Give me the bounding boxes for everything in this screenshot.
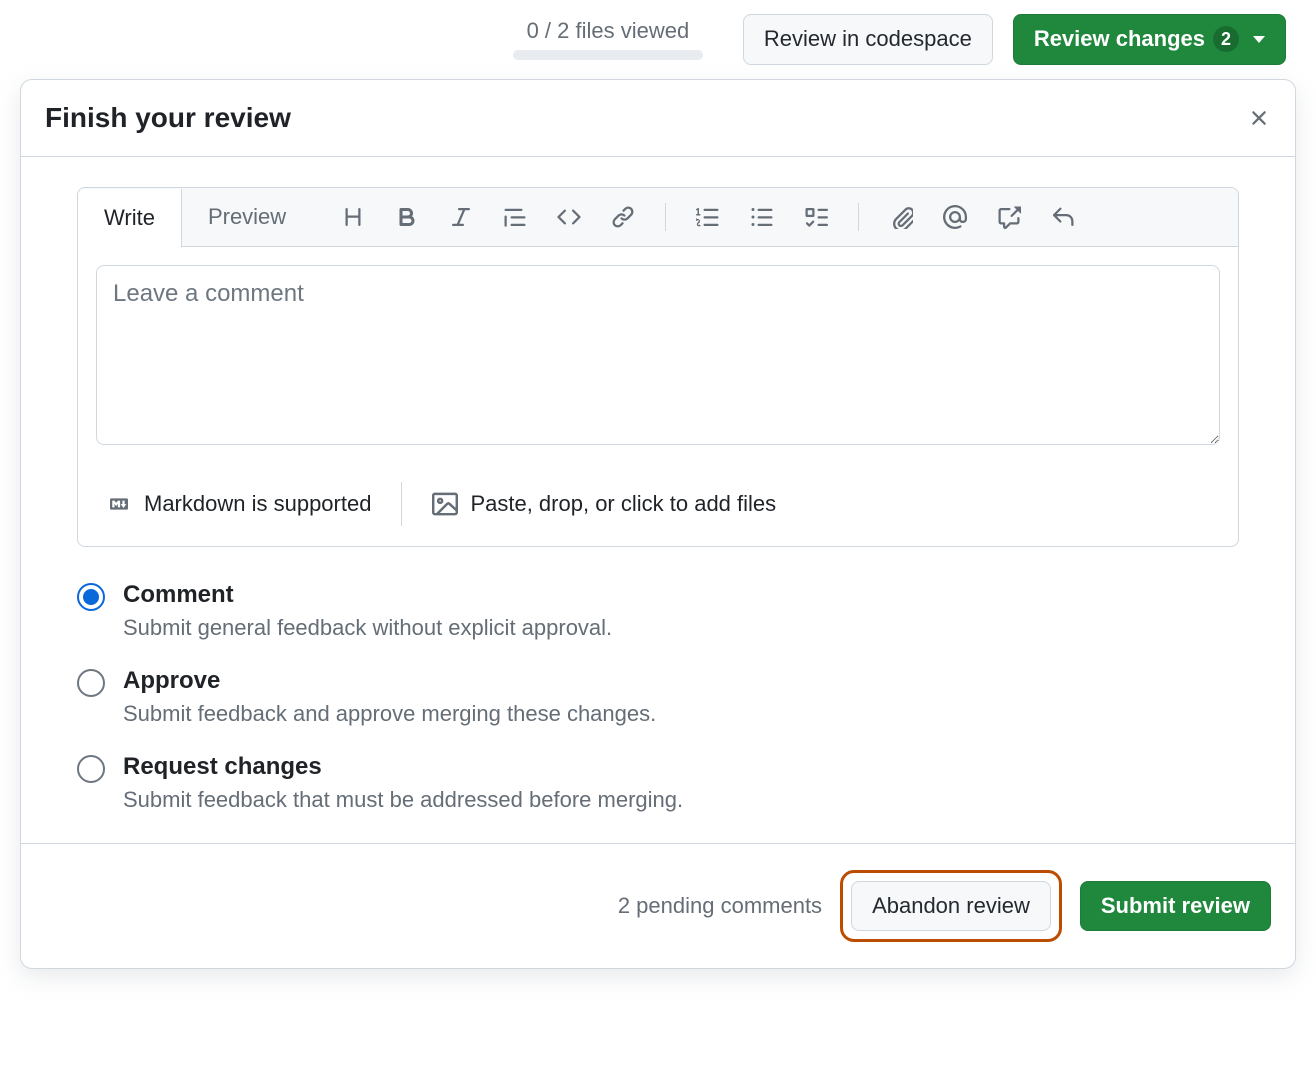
radio-label-approve: Approve [123, 667, 656, 695]
markdown-icon [106, 495, 132, 513]
link-button[interactable] [611, 205, 635, 229]
radio-dot-comment [77, 583, 105, 611]
quote-icon [503, 205, 527, 229]
review-changes-button[interactable]: Review changes 2 [1013, 14, 1286, 65]
markdown-hint-label: Markdown is supported [144, 491, 371, 517]
list-ordered-icon [696, 205, 720, 229]
reply-icon [1051, 205, 1075, 229]
bold-button[interactable] [395, 205, 419, 229]
radio-label-request: Request changes [123, 753, 683, 781]
radio-option-approve[interactable]: Approve Submit feedback and approve merg… [77, 667, 1239, 727]
markdown-supported-link[interactable]: Markdown is supported [106, 491, 371, 517]
image-icon [432, 491, 458, 517]
comment-editor: Write Preview [77, 187, 1239, 547]
chevron-down-icon [1253, 36, 1265, 43]
tasklist-icon [804, 205, 828, 229]
review-comment-input[interactable] [96, 265, 1220, 445]
code-icon [557, 205, 581, 229]
code-button[interactable] [557, 205, 581, 229]
tab-preview[interactable]: Preview [182, 188, 313, 246]
radio-dot-request [77, 755, 105, 783]
finish-review-panel: Finish your review Write Preview [20, 79, 1296, 970]
italic-button[interactable] [449, 205, 473, 229]
review-in-codespace-button[interactable]: Review in codespace [743, 14, 993, 65]
paperclip-icon [889, 205, 913, 229]
radio-option-comment[interactable]: Comment Submit general feedback without … [77, 581, 1239, 641]
files-viewed-progress: 0 / 2 files viewed [513, 18, 703, 60]
review-in-codespace-label: Review in codespace [764, 25, 972, 54]
tab-write[interactable]: Write [78, 189, 182, 248]
heading-icon [341, 205, 365, 229]
abandon-review-button[interactable]: Abandon review [851, 881, 1051, 932]
close-button[interactable] [1247, 106, 1271, 130]
list-unordered-icon [750, 205, 774, 229]
cross-reference-button[interactable] [997, 205, 1021, 229]
attach-hint-label: Paste, drop, or click to add files [470, 491, 776, 517]
files-progress-bar[interactable] [513, 50, 703, 60]
heading-button[interactable] [341, 205, 365, 229]
editor-footer: Markdown is supported Paste, drop, or cl… [78, 468, 1238, 546]
attach-button[interactable] [889, 205, 913, 229]
toolbar-separator [665, 203, 666, 231]
textarea-wrap [78, 247, 1238, 468]
submit-review-label: Submit review [1101, 892, 1250, 921]
radio-desc-approve: Submit feedback and approve merging thes… [123, 701, 656, 727]
mention-button[interactable] [943, 205, 967, 229]
review-changes-label: Review changes [1034, 25, 1205, 54]
cross-reference-icon [997, 205, 1021, 229]
review-type-radio-group: Comment Submit general feedback without … [77, 581, 1239, 813]
ordered-list-button[interactable] [696, 205, 720, 229]
toolbar-separator [858, 203, 859, 231]
radio-dot-approve [77, 669, 105, 697]
markdown-toolbar [313, 203, 1238, 231]
unordered-list-button[interactable] [750, 205, 774, 229]
highlight-abandon: Abandon review [840, 870, 1062, 943]
reply-button[interactable] [1051, 205, 1075, 229]
tasklist-button[interactable] [804, 205, 828, 229]
submit-review-button[interactable]: Submit review [1080, 881, 1271, 932]
files-viewed-label: 0 / 2 files viewed [527, 18, 690, 44]
italic-icon [449, 205, 473, 229]
pending-comments-label: 2 pending comments [618, 893, 822, 919]
radio-label-comment: Comment [123, 581, 612, 609]
pr-topbar: 0 / 2 files viewed Review in codespace R… [0, 0, 1316, 79]
attach-files-link[interactable]: Paste, drop, or click to add files [432, 491, 776, 517]
review-changes-count: 2 [1213, 26, 1239, 52]
editor-tabbar: Write Preview [78, 188, 1238, 247]
close-icon [1247, 106, 1271, 130]
panel-title: Finish your review [45, 102, 291, 134]
radio-desc-request: Submit feedback that must be addressed b… [123, 787, 683, 813]
footer-separator [401, 482, 402, 526]
panel-header: Finish your review [21, 80, 1295, 157]
mention-icon [943, 205, 967, 229]
radio-option-request-changes[interactable]: Request changes Submit feedback that mus… [77, 753, 1239, 813]
abandon-review-label: Abandon review [872, 892, 1030, 921]
panel-body: Write Preview [21, 157, 1295, 843]
link-icon [611, 205, 635, 229]
quote-button[interactable] [503, 205, 527, 229]
panel-footer: 2 pending comments Abandon review Submit… [21, 843, 1295, 969]
radio-desc-comment: Submit general feedback without explicit… [123, 615, 612, 641]
bold-icon [395, 205, 419, 229]
